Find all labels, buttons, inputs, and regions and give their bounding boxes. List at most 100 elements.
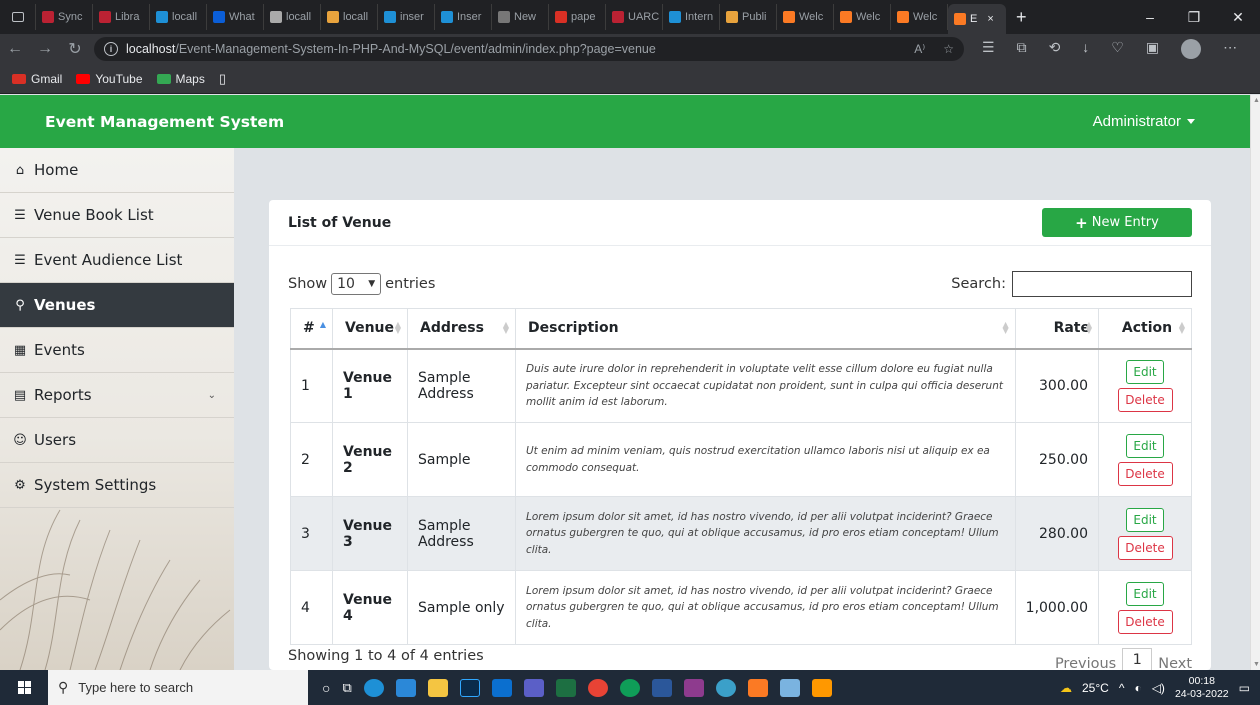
excel-icon[interactable] xyxy=(555,678,576,697)
browser-tab[interactable]: Intern xyxy=(663,4,720,30)
network-icon[interactable]: ◐ xyxy=(1134,681,1141,695)
read-aloud-icon[interactable]: A⁾ xyxy=(914,42,925,56)
winrar-icon[interactable] xyxy=(683,678,704,697)
sidebar-item-venue-book-list[interactable]: ☰ Venue Book List xyxy=(0,193,234,238)
browser-tab[interactable]: What xyxy=(207,4,264,30)
next-button[interactable]: Next xyxy=(1158,648,1192,670)
reload-button[interactable]: ↻ xyxy=(60,39,90,59)
browser-tab[interactable]: New xyxy=(492,4,549,30)
notes-icon[interactable] xyxy=(779,678,800,697)
back-button[interactable]: ← xyxy=(0,40,30,58)
search-input[interactable] xyxy=(1012,271,1192,297)
delete-button[interactable]: Delete xyxy=(1117,609,1173,634)
page-1-button[interactable]: 1 xyxy=(1122,648,1153,670)
browser-tab[interactable]: Libra xyxy=(93,4,150,30)
word-icon[interactable] xyxy=(651,678,672,697)
page-scrollbar[interactable]: ▲ ▼ xyxy=(1250,95,1260,670)
favorite-star-icon[interactable]: ☆ xyxy=(943,42,954,56)
file-explorer-icon[interactable] xyxy=(427,678,448,697)
browser-tab[interactable]: Sync xyxy=(36,4,93,30)
task-view-icon[interactable]: ⧉ xyxy=(342,680,351,696)
delete-button[interactable]: Delete xyxy=(1117,535,1173,560)
close-tab-button[interactable]: × xyxy=(987,13,993,25)
browser-tab[interactable]: Welc xyxy=(777,4,834,30)
browser-tab[interactable]: Welc xyxy=(891,4,948,30)
header-number[interactable]: # ▲ xyxy=(290,308,333,350)
collections-icon[interactable]: ⧉ xyxy=(1017,39,1027,59)
bookmark-file[interactable]: ▯ xyxy=(219,71,226,87)
browser-tab[interactable]: locall xyxy=(150,4,207,30)
header-venue[interactable]: Venue ▲ ▼ xyxy=(332,308,408,350)
chrome-icon[interactable] xyxy=(587,678,608,697)
edit-button[interactable]: Edit xyxy=(1126,433,1164,458)
sidebar-item-event-audience-list[interactable]: ☰ Event Audience List xyxy=(0,238,234,283)
chevron-down-icon[interactable]: ⌄ xyxy=(208,390,216,401)
delete-button[interactable]: Delete xyxy=(1117,387,1173,412)
taskbar-search[interactable]: ⚲ Type here to search xyxy=(48,670,308,705)
sidebar-item-home[interactable]: ⌂ Home xyxy=(0,148,234,193)
xampp-icon[interactable] xyxy=(747,678,768,697)
browser-tab[interactable]: Inser xyxy=(435,4,492,30)
header-address[interactable]: Address ▲ ▼ xyxy=(407,308,516,350)
browser-tab[interactable]: pape xyxy=(549,4,606,30)
screenshot-icon[interactable]: ▣ xyxy=(1146,39,1159,59)
scroll-down-icon[interactable]: ▼ xyxy=(1253,661,1260,668)
tab-actions-button[interactable] xyxy=(0,4,36,30)
restore-button[interactable]: ❐ xyxy=(1172,9,1216,26)
history-icon[interactable]: ⟲ xyxy=(1049,39,1061,59)
sidebar-item-events[interactable]: ▦ Events xyxy=(0,328,234,373)
browser-tab[interactable]: E × xyxy=(948,4,1006,34)
notifications-icon[interactable]: ▭ xyxy=(1239,681,1250,695)
teams-icon[interactable] xyxy=(523,678,544,697)
header-description[interactable]: Description ▲ ▼ xyxy=(515,308,1016,350)
delete-button[interactable]: Delete xyxy=(1117,461,1173,486)
cortana-icon[interactable]: ○ xyxy=(322,680,330,696)
header-rate[interactable]: Rate ▲ ▼ xyxy=(1014,308,1100,350)
header-action[interactable]: Action ▲ ▼ xyxy=(1098,308,1192,350)
bookmark-maps[interactable]: Maps xyxy=(156,72,205,86)
store-icon[interactable] xyxy=(395,678,416,697)
bookmark-youtube[interactable]: YouTube xyxy=(76,72,143,86)
mail-icon[interactable] xyxy=(491,678,512,697)
sidebar-item-users[interactable]: ☺ Users xyxy=(0,418,234,463)
favorites-icon[interactable]: ☰ xyxy=(982,39,995,59)
weather-temp[interactable]: 25°C xyxy=(1082,681,1109,695)
browser-tab[interactable]: locall xyxy=(264,4,321,30)
user-menu[interactable]: Administrator xyxy=(1093,113,1195,130)
browser-tab[interactable]: Publi xyxy=(720,4,777,30)
browser-tab[interactable]: UARC xyxy=(606,4,663,30)
browser-tab[interactable]: Welc xyxy=(834,4,891,30)
address-bar[interactable]: i localhost /Event-Management-System-In-… xyxy=(94,37,964,61)
new-tab-button[interactable]: + xyxy=(1006,7,1037,28)
sidebar-item-reports[interactable]: ▤ Reports ⌄ xyxy=(0,373,234,418)
sublime-icon[interactable] xyxy=(811,678,832,697)
weather-icon[interactable]: ☁ xyxy=(1060,681,1072,695)
edit-button[interactable]: Edit xyxy=(1126,507,1164,532)
new-entry-button[interactable]: + New Entry xyxy=(1042,208,1192,237)
entries-select[interactable]: 10 ▼ xyxy=(331,273,382,295)
edit-button[interactable]: Edit xyxy=(1126,581,1164,606)
browser-tab[interactable]: inser xyxy=(378,4,435,30)
chrome-canary-icon[interactable] xyxy=(715,678,736,697)
sidebar-item-venues[interactable]: ⚲ Venues xyxy=(0,283,234,328)
sidebar-item-system-settings[interactable]: ⚙ System Settings xyxy=(0,463,234,508)
clock[interactable]: 00:18 24-03-2022 xyxy=(1175,675,1229,701)
minimize-button[interactable]: – xyxy=(1128,9,1172,26)
app-brand[interactable]: Event Management System xyxy=(45,113,284,131)
start-button[interactable] xyxy=(0,681,48,694)
more-menu-icon[interactable]: ⋯ xyxy=(1223,39,1237,59)
bookmark-gmail[interactable]: Gmail xyxy=(12,72,62,86)
tray-chevron-icon[interactable]: ^ xyxy=(1119,681,1125,695)
scroll-up-icon[interactable]: ▲ xyxy=(1253,97,1260,104)
browser-icon[interactable] xyxy=(619,678,640,697)
previous-button[interactable]: Previous xyxy=(1055,648,1116,670)
site-info-icon[interactable]: i xyxy=(104,42,118,56)
edge-icon[interactable] xyxy=(363,678,384,697)
profile-avatar[interactable] xyxy=(1181,39,1202,59)
extensions-icon[interactable]: ♡ xyxy=(1111,39,1124,59)
edit-button[interactable]: Edit xyxy=(1126,359,1164,384)
forward-button[interactable]: → xyxy=(30,40,60,58)
downloads-icon[interactable]: ↓ xyxy=(1082,39,1089,59)
volume-icon[interactable]: ◁) xyxy=(1152,681,1165,695)
close-window-button[interactable]: ✕ xyxy=(1216,9,1260,26)
